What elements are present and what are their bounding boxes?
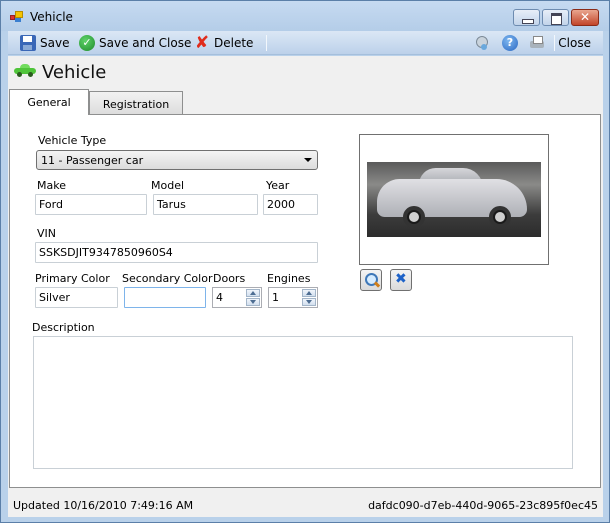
engines-value: 1 <box>272 291 279 304</box>
check-icon: ✓ <box>79 35 95 51</box>
delete-label: Delete <box>214 36 254 50</box>
user-settings-icon[interactable] <box>474 35 490 51</box>
vehicle-window: Vehicle Save ✓ Save and Close ✘ Delete ?… <box>0 0 610 523</box>
save-and-close-label: Save and Close <box>99 36 192 50</box>
primary-color-label: Primary Color <box>35 272 110 285</box>
delete-button[interactable]: ✘ Delete <box>194 33 254 53</box>
engines-stepper[interactable]: 1 <box>268 287 318 308</box>
doors-down-button[interactable] <box>246 298 260 306</box>
year-label: Year <box>266 179 290 192</box>
title-bar[interactable]: Vehicle <box>1 1 609 31</box>
window-close-button[interactable] <box>571 9 599 26</box>
zoom-image-button[interactable] <box>360 269 382 291</box>
vin-label: VIN <box>37 227 56 240</box>
clear-image-button[interactable] <box>390 269 412 291</box>
make-label: Make <box>37 179 66 192</box>
save-label: Save <box>40 36 70 50</box>
engines-label: Engines <box>267 272 311 285</box>
toolbar-separator <box>266 35 267 51</box>
vehicle-image-frame <box>359 134 549 265</box>
window-title: Vehicle <box>30 10 73 24</box>
car-icon <box>14 64 36 77</box>
record-id: dafdc090-d7eb-440d-9065-23c895f0ec45 <box>368 499 598 512</box>
doors-value: 4 <box>216 291 223 304</box>
delete-icon: ✘ <box>194 33 210 53</box>
chevron-down-icon <box>304 158 312 162</box>
primary-color-input[interactable]: Silver <box>35 287 118 308</box>
app-icon <box>10 11 24 23</box>
make-input[interactable]: Ford <box>35 194 147 215</box>
description-label: Description <box>32 321 95 334</box>
close-button[interactable]: Close <box>558 34 591 52</box>
save-button[interactable]: Save <box>20 34 69 52</box>
vehicle-type-label: Vehicle Type <box>38 134 107 147</box>
secondary-color-label: Secondary Color <box>122 272 213 285</box>
minimize-button[interactable] <box>513 9 540 26</box>
close-label: Close <box>558 36 591 50</box>
secondary-color-input[interactable] <box>124 287 206 308</box>
updated-status: Updated 10/16/2010 7:49:16 AM <box>13 499 194 512</box>
description-textarea[interactable] <box>33 336 573 469</box>
toolbar: Save ✓ Save and Close ✘ Delete ? Close <box>8 31 603 55</box>
help-icon[interactable]: ? <box>502 35 518 51</box>
save-and-close-button[interactable]: ✓ Save and Close <box>79 34 191 52</box>
engines-down-button[interactable] <box>302 298 316 306</box>
doors-up-button[interactable] <box>246 289 260 297</box>
vin-input[interactable]: SSKSDJIT9347850960S4 <box>35 242 318 263</box>
maximize-button[interactable] <box>542 9 569 26</box>
engines-up-button[interactable] <box>302 289 316 297</box>
doors-label: Doors <box>213 272 246 285</box>
vehicle-photo <box>367 162 541 237</box>
tabs-area: General Registration Vehicle Type 11 - P… <box>8 89 603 493</box>
general-panel: Vehicle Type 11 - Passenger car Make For… <box>9 114 601 488</box>
status-bar: Updated 10/16/2010 7:49:16 AM dafdc090-d… <box>8 493 603 517</box>
vehicle-type-value: 11 - Passenger car <box>41 154 144 167</box>
doors-stepper[interactable]: 4 <box>212 287 262 308</box>
vehicle-type-select[interactable]: 11 - Passenger car <box>36 150 318 170</box>
page-title: Vehicle <box>42 62 107 83</box>
tab-general[interactable]: General <box>9 89 89 115</box>
model-input[interactable]: Tarus <box>153 194 258 215</box>
tab-registration[interactable]: Registration <box>89 91 183 115</box>
print-icon[interactable] <box>529 35 545 51</box>
model-label: Model <box>151 179 185 192</box>
header: Vehicle <box>8 56 603 89</box>
year-input[interactable]: 2000 <box>263 194 318 215</box>
toolbar-separator <box>554 35 555 51</box>
save-icon <box>20 35 36 51</box>
